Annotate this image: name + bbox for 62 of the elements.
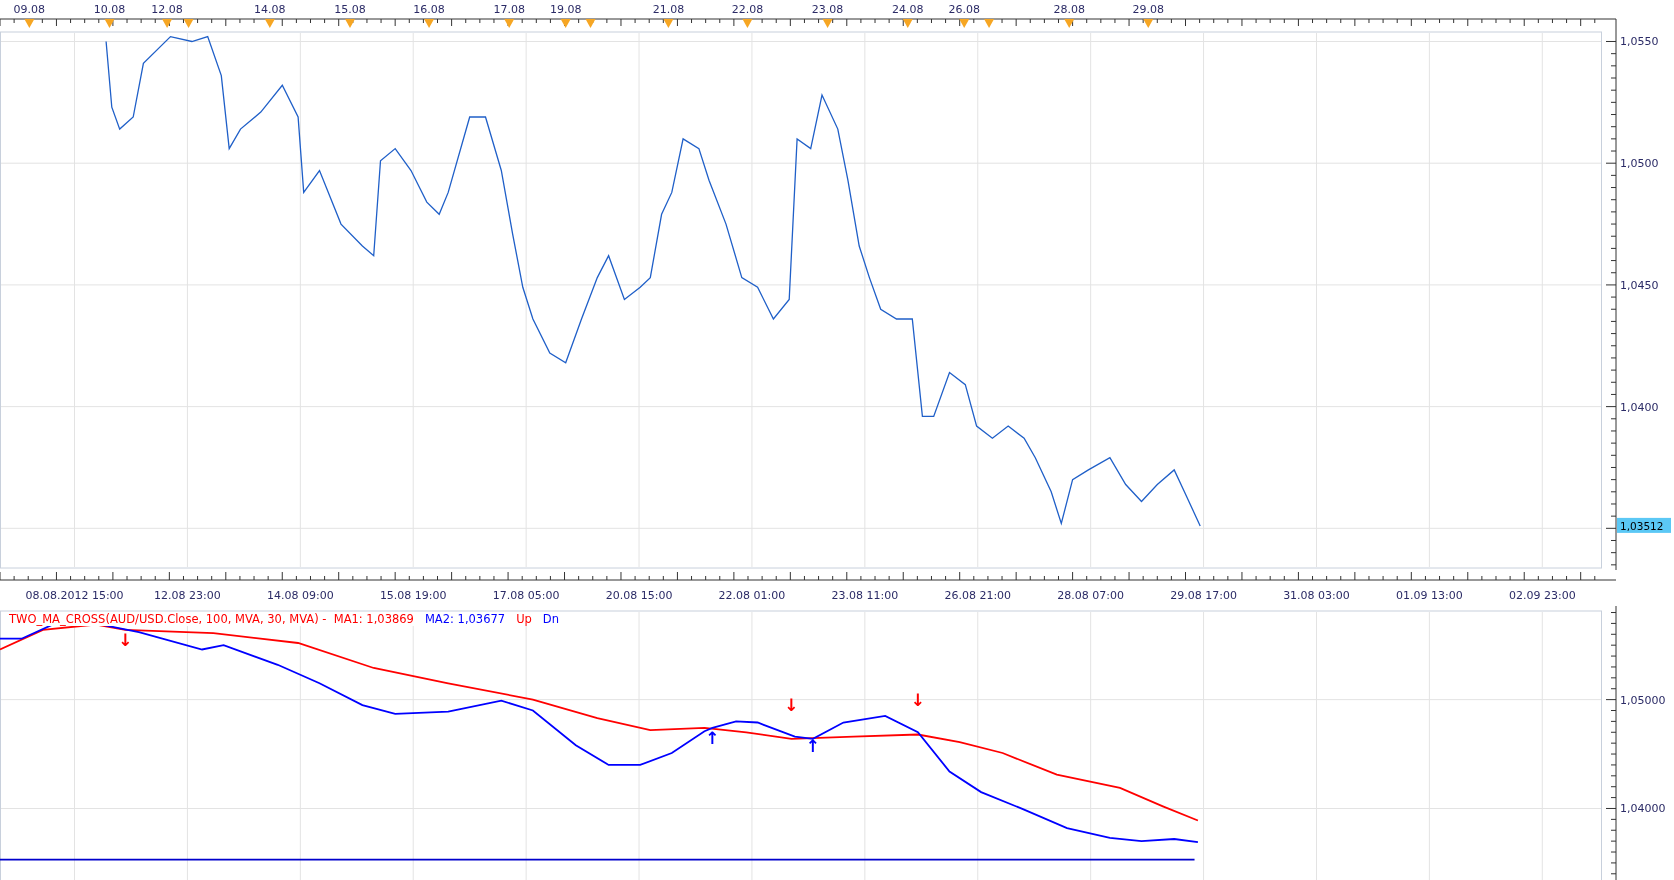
date-marker-icon	[663, 19, 674, 28]
date-label: 15.08	[334, 3, 366, 16]
date-marker-icon	[1143, 19, 1154, 28]
legend-text: MA2: 1,03677	[423, 612, 507, 626]
time-label: 15.08 19:00	[379, 589, 447, 602]
date-label: 19.08	[549, 3, 582, 16]
date-marker-icon	[183, 19, 194, 28]
legend-text: Up	[515, 612, 533, 626]
time-label: 12.08 23:00	[154, 589, 221, 602]
time-label: 22.08 01:00	[718, 589, 786, 602]
time-label: 17.08 05:00	[492, 589, 560, 602]
time-label: 14.08 09:00	[267, 589, 334, 602]
price-label: 1,0450	[1620, 278, 1659, 292]
date-label: 28.08	[1053, 3, 1085, 16]
date-label: 22.08	[731, 3, 764, 16]
time-label: 23.08 11:00	[831, 589, 899, 602]
time-label: 31.08 03:00	[1283, 589, 1350, 602]
signal-arrow: ↓	[118, 629, 133, 650]
signal-arrow: ↑	[805, 736, 821, 757]
price-label: 1,0500	[1620, 157, 1659, 171]
date-label: 17.08	[493, 3, 525, 16]
date-marker-icon	[959, 19, 970, 28]
date-marker-icon	[424, 19, 435, 28]
date-marker-icon	[560, 19, 571, 28]
time-label: 08.08.2012 15:00	[25, 589, 124, 602]
time-label: 26.08 21:00	[944, 589, 1012, 602]
date-marker-icon	[822, 19, 833, 28]
signal-arrow: ↓	[910, 689, 926, 710]
date-marker-icon	[984, 19, 995, 28]
date-marker-icon	[742, 19, 753, 28]
last-price-tag: 1,03512	[1617, 517, 1671, 533]
date-marker-icon	[104, 19, 115, 28]
date-label: 21.08	[652, 3, 685, 16]
date-label: 29.08	[1132, 3, 1164, 16]
time-label: 20.08 15:00	[605, 589, 673, 602]
date-label: 24.08	[892, 3, 924, 16]
time-label: 29.08 17:00	[1170, 589, 1237, 602]
date-marker-icon	[345, 19, 355, 28]
date-marker-icon	[902, 19, 913, 28]
date-marker-icon	[1064, 19, 1075, 28]
date-label: 10.08	[93, 3, 126, 16]
date-marker-icon	[585, 19, 596, 28]
date-label: 12.08	[151, 3, 183, 16]
date-label: 26.08	[948, 3, 980, 16]
date-marker-icon	[24, 19, 35, 28]
date-marker-icon	[162, 19, 173, 28]
date-marker-icon	[264, 19, 275, 28]
date-label: 16.08	[413, 3, 445, 16]
time-label: 01.09 13:00	[1396, 589, 1463, 602]
time-label: 28.08 07:00	[1057, 589, 1124, 602]
time-label: 02.09 23:00	[1508, 589, 1576, 602]
date-label: 14.08	[254, 3, 286, 16]
indicator-value-label: 1,04000	[1620, 802, 1666, 816]
price-label: 1,0400	[1620, 400, 1659, 414]
date-label: 09.08	[13, 3, 46, 16]
date-label: 23.08	[811, 3, 844, 16]
indicator-value-label: 1,05000	[1620, 693, 1666, 707]
signal-arrow: ↑	[705, 727, 720, 748]
signal-arrow: ↓	[784, 695, 799, 716]
date-marker-icon	[504, 19, 515, 28]
price-label: 1,0550	[1620, 35, 1659, 49]
legend-text: TWO_MA_CROSS(AUD/USD.Close, 100, MVA, 30, MVA) - MA1: 1,03869	[8, 612, 415, 626]
